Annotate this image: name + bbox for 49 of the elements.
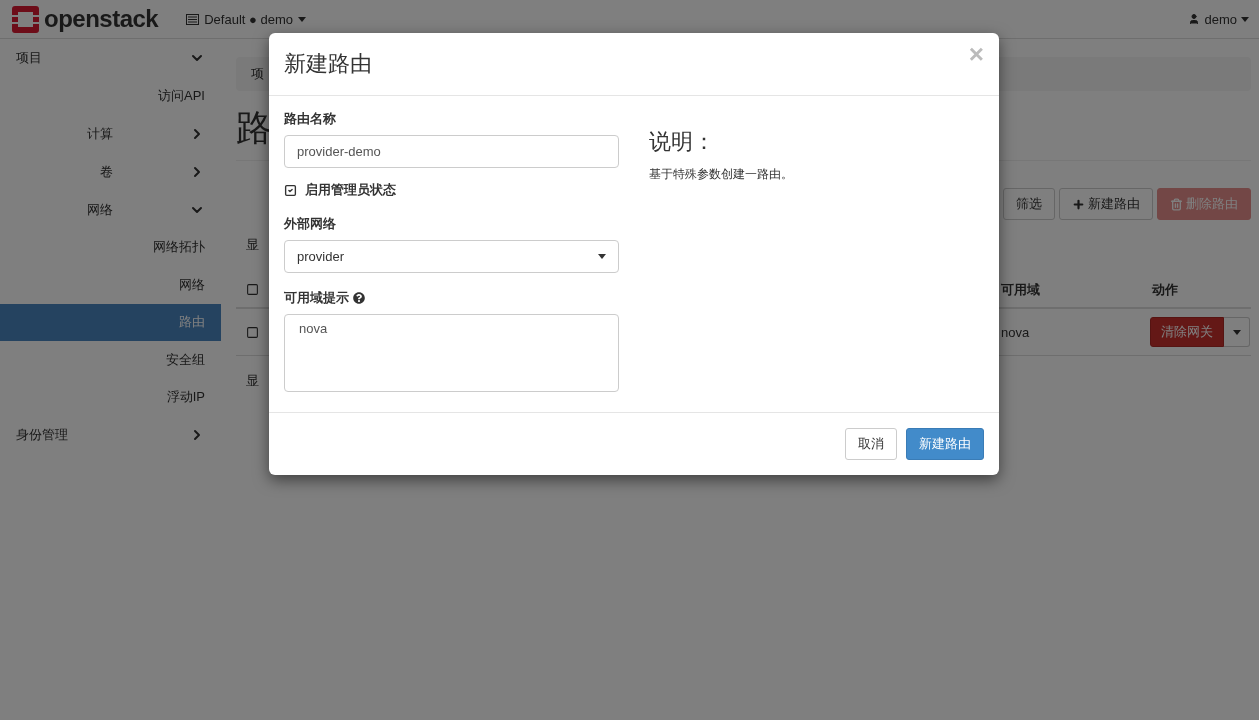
breadcrumb-item[interactable]: 项 (251, 65, 264, 83)
sidebar-item[interactable]: 安全组 (0, 341, 221, 379)
filter-button[interactable]: 筛选 (1003, 188, 1055, 220)
page-title: 路 (236, 108, 272, 148)
field-label: 可用域提示 (284, 289, 349, 307)
clear-gateway-button[interactable]: 清除网关 (1150, 317, 1224, 347)
create-button[interactable]: 新建路由 (1059, 188, 1153, 220)
dropdown-toggle[interactable] (1224, 317, 1250, 347)
summary-text: 显 (245, 373, 259, 388)
logo-text: openstack (44, 5, 159, 33)
network-select[interactable]: provider (284, 240, 619, 273)
sidebar-item[interactable]: 路由 (0, 303, 221, 341)
list-icon (186, 13, 200, 25)
user-menu[interactable]: demo (1188, 11, 1249, 27)
checkbox[interactable] (284, 183, 297, 197)
table-cell-text: nova (1000, 324, 1031, 340)
submit-button[interactable]: 新建路由 (906, 428, 984, 460)
caret-icon (1241, 16, 1249, 22)
plus-icon (1072, 197, 1085, 211)
checkbox[interactable] (246, 325, 259, 339)
checkbox[interactable] (246, 283, 259, 296)
caret-icon (298, 16, 306, 22)
caret-icon (598, 254, 606, 259)
sidebar-item[interactable]: 项目 (0, 39, 221, 77)
help-text: 基于特殊参数创建一路由。 (649, 166, 794, 183)
sidebar-item[interactable]: 卷 (0, 152, 221, 191)
help-title: 说明： (649, 128, 716, 156)
field-label: 路由名称 (284, 110, 337, 128)
name-field[interactable]: provider-demo (284, 135, 619, 168)
column-header: 可用域 (1000, 280, 1041, 299)
sidebar-item[interactable]: 访问API (0, 77, 221, 115)
user-icon (1188, 13, 1201, 25)
summary-text: 显 (245, 237, 259, 252)
sidebar-item[interactable]: 网络 (0, 266, 221, 304)
sidebar-item[interactable]: 浮动IP (0, 378, 221, 416)
help-icon[interactable] (353, 292, 365, 304)
admin-state-checkbox[interactable]: 启用管理员状态 (284, 181, 619, 199)
project-selector[interactable]: Default ● demo (186, 11, 306, 27)
cancel-button[interactable]: 取消 (845, 428, 897, 460)
sidebar-item[interactable]: 网络 (0, 190, 221, 229)
field-label: 外部网络 (284, 215, 337, 233)
dialog-title: 新建路由 (284, 50, 372, 78)
hints-field[interactable]: nova (284, 314, 619, 392)
sidebar-item[interactable]: 网络拓扑 (0, 228, 221, 266)
sidebar-item[interactable]: 计算 (0, 114, 221, 153)
column-header: 动作 (1151, 280, 1179, 299)
logo-icon (12, 5, 39, 33)
sidebar-item[interactable]: 身份管理 (0, 416, 221, 454)
caret-icon (1232, 329, 1241, 335)
